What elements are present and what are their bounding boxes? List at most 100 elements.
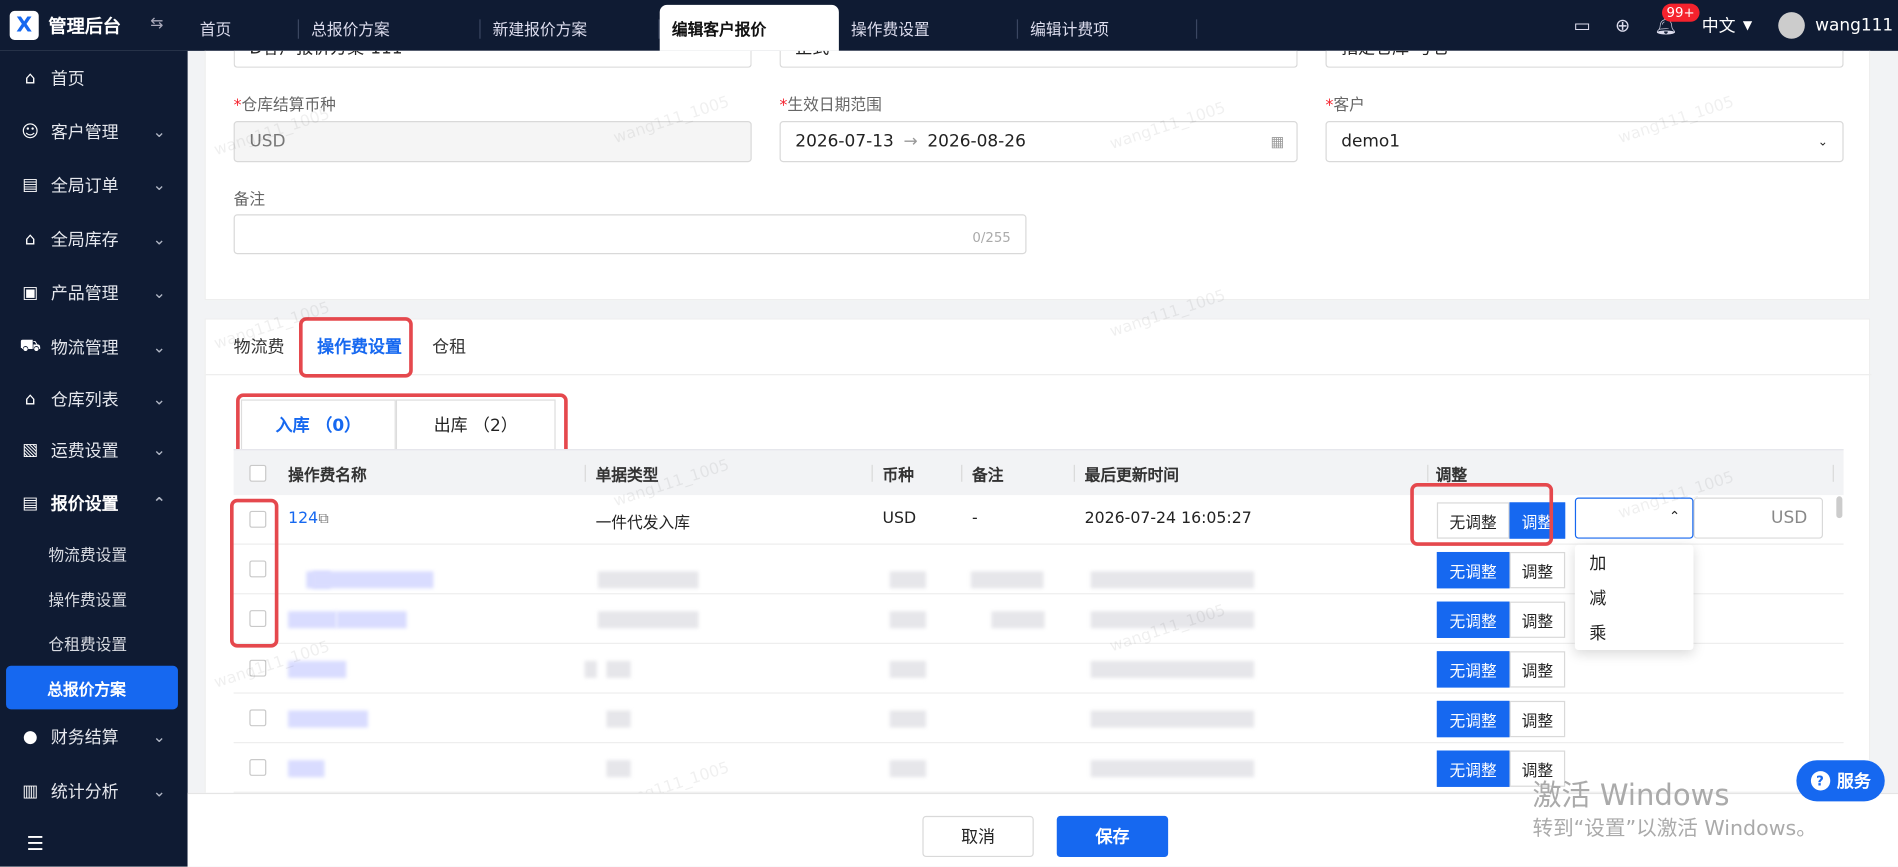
service-button[interactable]: ? 服务 bbox=[1796, 760, 1885, 802]
currency-label: *仓库结算币种 bbox=[233, 96, 336, 115]
avatar[interactable] bbox=[1778, 12, 1806, 39]
tab-edit-fee-item[interactable]: 编辑计费项 bbox=[1018, 5, 1198, 51]
remark-label: 备注 bbox=[233, 191, 266, 210]
chevron-down-icon: ⌄ bbox=[152, 122, 166, 142]
sidebar-item-label: 报价设置 bbox=[50, 495, 119, 515]
row-checkbox[interactable] bbox=[249, 709, 267, 727]
clipboard-icon: ▤ bbox=[22, 175, 39, 195]
adjust-button[interactable]: 调整 bbox=[1509, 601, 1566, 638]
bell-icon[interactable]: 🔔︎ 99+ bbox=[1654, 3, 1700, 36]
sidebar-subitem-operation-fee[interactable]: 操作费设置 bbox=[0, 576, 188, 620]
tab-total-quote-plans[interactable]: 总报价方案 bbox=[299, 5, 481, 51]
no-adjust-button[interactable]: 无调整 bbox=[1436, 750, 1510, 787]
tab-edit-customer-quote[interactable]: 编辑客户报价 bbox=[659, 4, 839, 51]
segment-outbound[interactable]: 出库 （2） bbox=[395, 399, 556, 451]
save-button[interactable]: 保存 bbox=[1056, 815, 1169, 858]
sidebar-item-home[interactable]: ⌂ 首页 bbox=[0, 54, 188, 102]
menu-collapse-icon[interactable]: ☰ bbox=[27, 832, 44, 855]
sidebar-item-analytics[interactable]: ▥ 统计分析 ⌄ bbox=[0, 767, 188, 815]
question-icon: ? bbox=[1810, 771, 1830, 791]
adjust-type-select[interactable]: ⌃ bbox=[1574, 497, 1694, 539]
row-checkbox[interactable] bbox=[249, 610, 267, 628]
no-adjust-button[interactable]: 无调整 bbox=[1436, 700, 1510, 738]
segment-inbound[interactable]: 入库 （0） bbox=[240, 399, 396, 451]
sidebar-item-orders[interactable]: ▤ 全局订单 ⌄ bbox=[0, 161, 188, 209]
dropdown-option-multiply[interactable]: 乘 bbox=[1575, 615, 1694, 650]
sidebar-subitem-storage-fee[interactable]: 仓租费设置 bbox=[0, 621, 188, 665]
username[interactable]: wang111 bbox=[1815, 16, 1893, 35]
warehouse-icon: ⌂ bbox=[24, 229, 36, 250]
sidebar-item-products[interactable]: ▣ 产品管理 ⌄ bbox=[0, 269, 188, 317]
no-adjust-button[interactable]: 无调整 bbox=[1436, 551, 1510, 589]
windows-activation-title: 激活 Windows bbox=[1532, 778, 1730, 813]
chevron-down-icon: ⌄ bbox=[152, 728, 166, 747]
currency-cell: USD bbox=[882, 509, 917, 528]
cancel-button[interactable]: 取消 bbox=[922, 815, 1034, 858]
customer-label: *客户 bbox=[1325, 96, 1365, 115]
redacted-cell bbox=[288, 760, 325, 778]
adjust-button[interactable]: 调整 bbox=[1509, 700, 1566, 738]
select-all-checkbox[interactable] bbox=[249, 464, 267, 482]
download-icon[interactable]: ⊕ bbox=[1615, 15, 1630, 37]
document-icon: ▤ bbox=[22, 493, 39, 514]
table-header: 操作费名称 单据类型 币种 备注 最后更新时间 调整 bbox=[233, 449, 1844, 496]
copy-icon[interactable]: ⧉ bbox=[318, 510, 328, 528]
sidebar-item-quotes[interactable]: ▤ 报价设置 ⌃ bbox=[0, 479, 188, 527]
redacted-cell bbox=[991, 611, 1045, 629]
table-scrollbar[interactable] bbox=[1836, 496, 1843, 519]
adjust-value-input[interactable]: USD bbox=[1693, 497, 1824, 539]
sidebar-subitem-logistics-fee[interactable]: 物流费设置 bbox=[0, 531, 188, 575]
chevron-down-icon: ⌄ bbox=[152, 441, 166, 460]
redacted-cell bbox=[889, 710, 927, 728]
sidebar-item-inventory[interactable]: ⌂ 全局库存 ⌄ bbox=[0, 215, 188, 263]
row-checkbox[interactable] bbox=[249, 560, 267, 578]
row-checkbox[interactable] bbox=[249, 758, 267, 776]
date-end: 2026-08-26 bbox=[927, 131, 1026, 152]
indent-icon[interactable]: ⇆ bbox=[150, 15, 163, 33]
tab-operation-fee[interactable]: 操作费设置 bbox=[317, 334, 402, 358]
no-adjust-button[interactable]: 无调整 bbox=[1436, 502, 1510, 539]
column-divider bbox=[584, 464, 586, 482]
header-adjust: 调整 bbox=[1435, 467, 1468, 486]
dropdown-option-add[interactable]: 加 bbox=[1575, 545, 1694, 580]
chevron-down-icon: ⌄ bbox=[152, 230, 166, 249]
fee-tab-bar: 物流费 操作费设置 仓租 bbox=[205, 320, 1872, 376]
caret-down-icon[interactable]: ▼ bbox=[1743, 19, 1752, 32]
tab-home[interactable]: 首页 bbox=[188, 5, 299, 51]
customer-select[interactable]: demo1 ⌄ bbox=[1325, 121, 1844, 163]
chevron-down-icon: ⌄ bbox=[1817, 134, 1828, 149]
no-adjust-button[interactable]: 无调整 bbox=[1436, 601, 1510, 638]
tab-operation-fee-settings[interactable]: 操作费设置 bbox=[839, 5, 1019, 51]
remark-textarea[interactable]: 0/255 bbox=[233, 214, 1027, 255]
chevron-down-icon: ⌄ bbox=[152, 782, 166, 801]
sidebar-item-logistics[interactable]: ⛟ 物流管理 ⌄ bbox=[0, 323, 188, 371]
redacted-cell bbox=[1090, 660, 1255, 678]
tab-logistics-fee[interactable]: 物流费 bbox=[234, 334, 285, 358]
no-adjust-button[interactable]: 无调整 bbox=[1436, 651, 1510, 688]
status-field[interactable]: 正式 bbox=[779, 50, 1298, 68]
adjust-button[interactable]: 调整 bbox=[1509, 551, 1566, 589]
tab-new-quote-plan[interactable]: 新建报价方案 bbox=[481, 5, 660, 51]
sidebar-subitem-total-quote-plans[interactable]: 总报价方案 bbox=[6, 665, 178, 710]
sidebar-item-label: 统计分析 bbox=[50, 783, 119, 803]
plan-name-field[interactable]: D客户报价方案-111 bbox=[233, 50, 752, 68]
row-checkbox[interactable] bbox=[249, 659, 267, 677]
sidebar-item-customers[interactable]: ☺ 客户管理 ⌄ bbox=[0, 108, 188, 156]
sidebar-item-shipping[interactable]: ▧ 运费设置 ⌄ bbox=[0, 426, 188, 474]
date-range-picker[interactable]: 2026-07-13 → 2026-08-26 ▦ bbox=[779, 121, 1298, 163]
redacted-cell bbox=[970, 571, 1044, 589]
fee-name-link[interactable]: 124 bbox=[288, 510, 318, 528]
adjust-button[interactable]: 调整 bbox=[1509, 651, 1566, 688]
language-selector[interactable]: 中文 bbox=[1702, 13, 1736, 37]
dropdown-option-subtract[interactable]: 减 bbox=[1575, 580, 1694, 615]
warehouse-field[interactable]: 指定仓库-号仓 bbox=[1325, 50, 1844, 68]
adjust-button[interactable]: 调整 bbox=[1509, 502, 1566, 539]
row-checkbox[interactable] bbox=[249, 510, 267, 528]
inbox-icon[interactable]: ▭ bbox=[1574, 15, 1591, 37]
chevron-down-icon: ⌄ bbox=[152, 338, 166, 357]
sidebar-item-finance[interactable]: ● 财务结算 ⌄ bbox=[0, 713, 188, 761]
tab-storage-fee[interactable]: 仓租 bbox=[432, 334, 466, 358]
date-start: 2026-07-13 bbox=[795, 131, 894, 152]
sidebar-item-warehouses[interactable]: ⌂ 仓库列表 ⌄ bbox=[0, 375, 188, 423]
table-row: 无调整 调整 bbox=[233, 644, 1844, 694]
